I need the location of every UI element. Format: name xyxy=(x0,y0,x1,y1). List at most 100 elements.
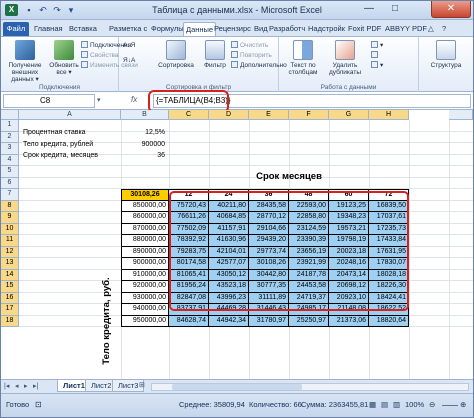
new-sheet-icon[interactable]: ⊞ xyxy=(139,381,145,389)
first-sheet-icon[interactable]: |◂ xyxy=(4,382,9,390)
table-title[interactable]: Срок месяцев xyxy=(169,170,409,184)
row-header-4[interactable]: 4 xyxy=(1,154,19,166)
column-header-h[interactable]: H xyxy=(369,110,409,120)
properties-button[interactable]: Свойства xyxy=(81,51,119,60)
tab-file[interactable]: Файл xyxy=(3,22,29,36)
result-cell[interactable]: 25250,97 xyxy=(289,315,329,327)
row-header-6[interactable]: 6 xyxy=(1,177,19,189)
loan-body-cell[interactable]: 860000,00 xyxy=(121,212,169,224)
row-header-14[interactable]: 14 xyxy=(1,269,19,281)
param-value-body[interactable]: 900000 xyxy=(121,140,167,151)
row-header-7[interactable]: 7 xyxy=(1,189,19,201)
tab-addins[interactable]: Надстройк xyxy=(308,22,345,36)
clear-button[interactable]: Очистить xyxy=(231,41,268,50)
row-header-2[interactable]: 2 xyxy=(1,131,19,143)
result-cell[interactable]: 84628,74 xyxy=(169,315,209,327)
tab-data[interactable]: Данные xyxy=(183,22,217,36)
result-cell[interactable]: 44942,34 xyxy=(209,315,249,327)
macro-record-icon[interactable]: ⊡ xyxy=(35,400,42,409)
maximize-button[interactable]: □ xyxy=(383,1,407,18)
row-header-5[interactable]: 5 xyxy=(1,166,19,178)
zoom-in-icon[interactable]: ⊕ xyxy=(460,400,466,409)
page-layout-icon[interactable]: ▤ xyxy=(381,400,388,409)
normal-view-icon[interactable]: ▦ xyxy=(369,400,376,409)
column-header-b[interactable]: B xyxy=(121,110,169,120)
loan-body-cell[interactable]: 950000,00 xyxy=(121,315,169,327)
tab-home[interactable]: Главная xyxy=(34,22,63,36)
zoom-out-icon[interactable]: ⊖ xyxy=(429,400,435,409)
remove-duplicates-button[interactable]: Удалить дубликаты xyxy=(325,40,365,76)
horizontal-scroll-thumb[interactable] xyxy=(172,384,302,390)
row-axis-label[interactable]: Тело кредита, руб. xyxy=(99,266,115,376)
tab-foxit-pdf[interactable]: Foxit PDF xyxy=(348,22,381,36)
prev-sheet-icon[interactable]: ◂ xyxy=(15,382,19,390)
zoom-level[interactable]: 100% xyxy=(405,400,424,409)
column-header-d[interactable]: D xyxy=(209,110,249,120)
row-header-16[interactable]: 16 xyxy=(1,292,19,304)
row-header-17[interactable]: 17 xyxy=(1,304,19,316)
row-header-10[interactable]: 10 xyxy=(1,223,19,235)
loan-body-cell[interactable]: 940000,00 xyxy=(121,304,169,316)
consolidate-icon[interactable] xyxy=(371,51,380,60)
tab-review[interactable]: Рецензирс xyxy=(214,22,251,36)
loan-body-cell[interactable]: 920000,00 xyxy=(121,281,169,293)
zoom-slider[interactable] xyxy=(442,405,458,406)
loan-body-cell[interactable]: 870000,00 xyxy=(121,223,169,235)
row-header-1[interactable]: 1 xyxy=(1,120,19,132)
row-header-8[interactable]: 8 xyxy=(1,200,19,212)
name-box-dropdown-icon[interactable]: ▾ xyxy=(97,96,101,104)
column-header-e[interactable]: E xyxy=(249,110,289,120)
next-sheet-icon[interactable]: ▸ xyxy=(24,382,28,390)
insert-function-icon[interactable]: fx xyxy=(131,95,137,104)
loan-body-cell[interactable]: 930000,00 xyxy=(121,292,169,304)
sort-za-button[interactable]: Я↓А xyxy=(123,57,135,65)
help-icon[interactable]: ? xyxy=(442,22,446,36)
param-label-rate[interactable]: Процентная ставка xyxy=(23,128,119,139)
page-break-icon[interactable]: ▥ xyxy=(393,400,400,409)
spreadsheet-grid[interactable]: ABCDEFGH 1 2 3 4 5 6 7 8 9 10 11 12 13 14 15 16 17 18 Про… xyxy=(1,110,473,379)
loan-body-cell[interactable]: 910000,00 xyxy=(121,269,169,281)
close-button[interactable]: ✕ xyxy=(431,1,471,18)
column-header-f[interactable]: F xyxy=(289,110,329,120)
refresh-all-button[interactable]: Обновить все ▾ xyxy=(49,40,79,76)
row-header-13[interactable]: 13 xyxy=(1,258,19,270)
row-header-3[interactable]: 3 xyxy=(1,143,19,155)
column-header-c[interactable]: C xyxy=(169,110,209,120)
param-label-body[interactable]: Тело кредита, рублей xyxy=(23,140,119,151)
sort-button[interactable]: Сортировка xyxy=(155,40,197,69)
result-cell[interactable]: 21373,06 xyxy=(329,315,369,327)
what-if-icon[interactable]: ▾ xyxy=(371,61,383,70)
tab-insert[interactable]: Вставка xyxy=(69,22,97,36)
row-header-9[interactable]: 9 xyxy=(1,212,19,224)
loan-body-cell[interactable]: 880000,00 xyxy=(121,235,169,247)
tab-page-layout[interactable]: Разметка с xyxy=(109,22,147,36)
row-header-18[interactable]: 18 xyxy=(1,315,19,327)
tab-developer[interactable]: Разработч xyxy=(269,22,305,36)
param-value-rate[interactable]: 12,5% xyxy=(121,128,167,139)
last-sheet-icon[interactable]: ▸| xyxy=(33,382,38,390)
horizontal-scrollbar[interactable] xyxy=(151,383,469,391)
loan-body-cell[interactable]: 900000,00 xyxy=(121,258,169,270)
validation-icon[interactable]: ▾ xyxy=(371,41,383,50)
reapply-button[interactable]: Повторить xyxy=(231,51,272,60)
column-header-a[interactable]: A xyxy=(19,110,121,120)
select-all-corner[interactable] xyxy=(1,110,19,120)
row-header-12[interactable]: 12 xyxy=(1,246,19,258)
filter-button[interactable]: Фильтр xyxy=(199,40,231,69)
result-cell[interactable]: 31780,97 xyxy=(249,315,289,327)
result-cell[interactable]: 18820,64 xyxy=(369,315,409,327)
row-header-15[interactable]: 15 xyxy=(1,281,19,293)
row-header-11[interactable]: 11 xyxy=(1,235,19,247)
table-corner-value[interactable]: 30108,26 xyxy=(121,189,169,201)
tab-formulas[interactable]: Формулы xyxy=(151,22,184,36)
tab-abbyy-pdf[interactable]: ABBYY PDF xyxy=(385,22,427,36)
sort-az-button[interactable]: А↓Я xyxy=(123,42,135,50)
get-external-data-button[interactable]: Получение внешних данных ▾ xyxy=(3,40,47,83)
tab-view[interactable]: Вид xyxy=(254,22,268,36)
outline-button[interactable]: Структура xyxy=(425,40,467,69)
name-box[interactable]: C8 xyxy=(3,94,95,108)
param-value-term[interactable]: 36 xyxy=(121,151,167,162)
text-to-columns-button[interactable]: Текст по столбцам xyxy=(283,40,323,76)
column-header-g[interactable]: G xyxy=(329,110,369,120)
minimize-button[interactable]: — xyxy=(357,1,381,18)
